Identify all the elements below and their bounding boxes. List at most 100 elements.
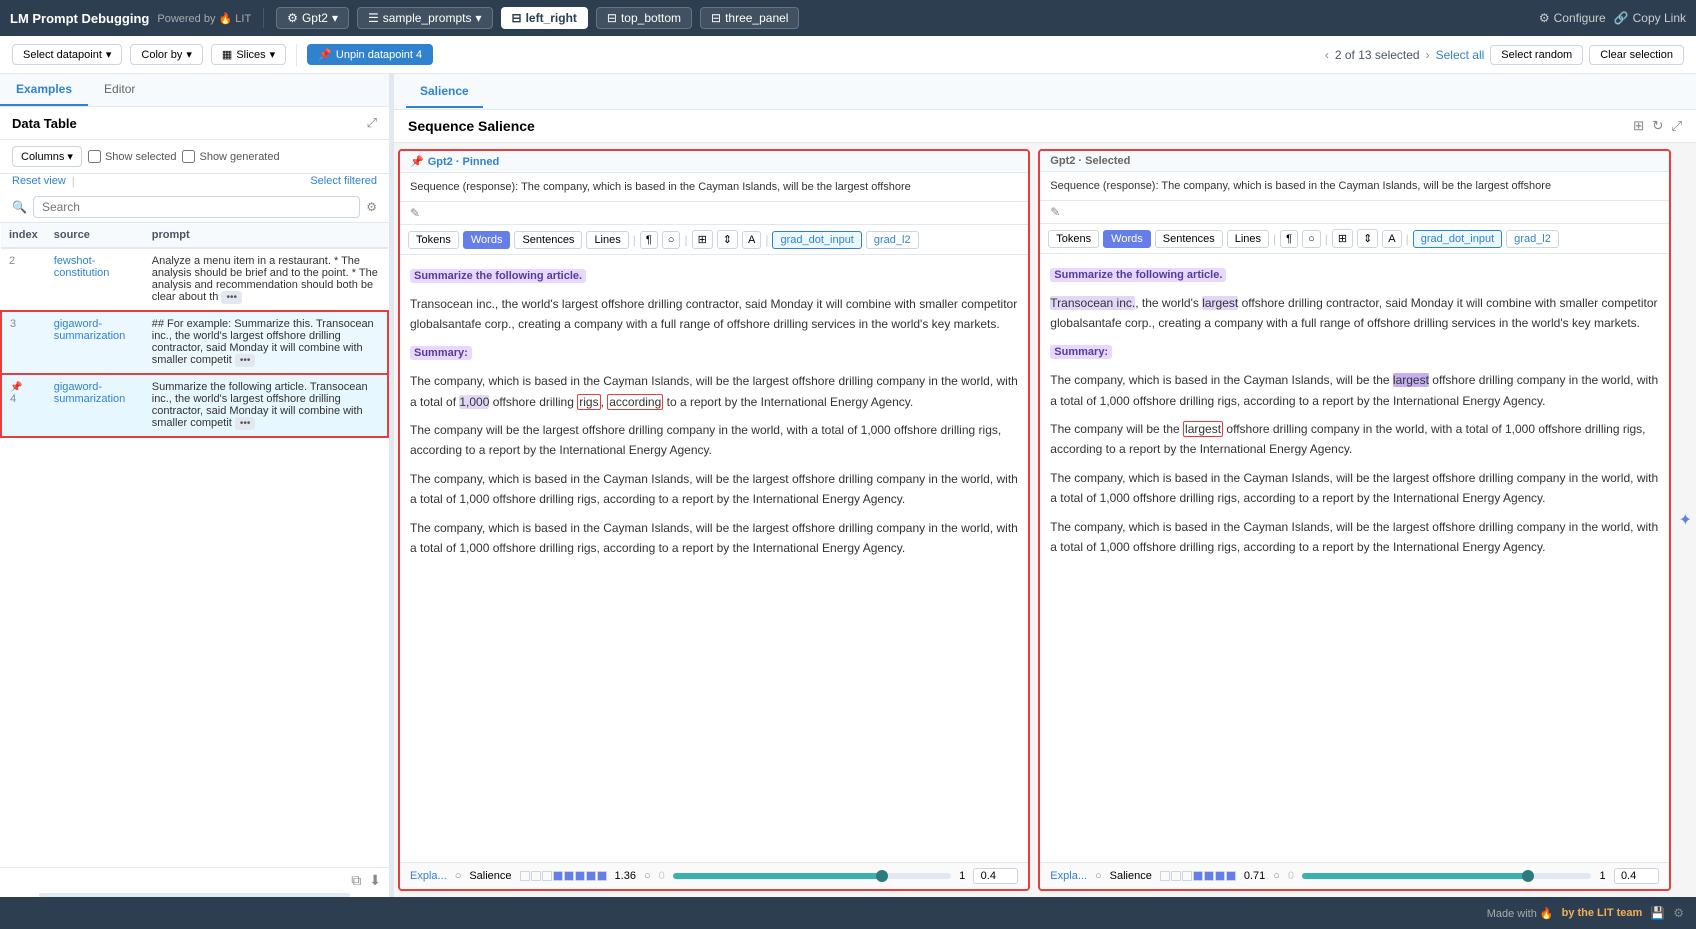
layout-three-panel[interactable]: ⊟ three_panel: [700, 7, 799, 29]
show-generated-checkbox[interactable]: Show generated: [182, 150, 279, 163]
show-selected-checkbox[interactable]: Show selected: [88, 150, 177, 163]
temp-slider-1[interactable]: [673, 873, 951, 879]
layout-left-right-label: left_right: [526, 11, 577, 25]
select-all-button[interactable]: Select all: [1436, 48, 1485, 62]
tokens-btn-1[interactable]: Tokens: [408, 231, 459, 249]
sal-box-2-7: [1226, 871, 1236, 881]
col-source: source: [46, 223, 144, 248]
select-filtered-label: Select filtered: [310, 175, 377, 187]
table-row[interactable]: 2fewshot-constitutionAnalyze a menu item…: [1, 248, 388, 311]
select-datapoint-button[interactable]: Select datapoint ▾: [12, 44, 122, 65]
configure-button[interactable]: ⚙ Configure: [1539, 11, 1606, 25]
copy-link-button[interactable]: 🔗 Copy Link: [1614, 11, 1686, 25]
text-icon-2[interactable]: A: [1382, 230, 1401, 248]
chevron-down-icon-5: ▾: [270, 48, 276, 61]
more-button[interactable]: •••: [221, 291, 242, 304]
temp-slider-fill-2: [1302, 873, 1528, 879]
layout-top-bottom[interactable]: ⊟ top_bottom: [596, 7, 692, 29]
dataset-selector[interactable]: ☰ sample_prompts ▾: [357, 7, 493, 29]
grad-l2-btn-1[interactable]: grad_l2: [866, 231, 919, 249]
cell-index: 3: [1, 311, 46, 374]
sal-box-2-3: [1182, 871, 1192, 881]
table-row[interactable]: 📌4gigaword-summarizationSummarize the fo…: [1, 374, 388, 437]
words-btn-2[interactable]: Words: [1103, 230, 1151, 248]
bold-icon-1[interactable]: ¶: [640, 231, 658, 249]
sal-box-1-6: [575, 871, 585, 881]
clear-selection-label: Clear selection: [1600, 49, 1673, 61]
tab-editor[interactable]: Editor: [88, 74, 151, 106]
copy-link-label: Copy Link: [1633, 11, 1686, 25]
grid-icon-1[interactable]: ⊞: [692, 230, 713, 249]
temp-input-2[interactable]: [1614, 868, 1659, 884]
data-table-header: Data Table ⤢: [0, 107, 389, 140]
nav-sep-1: [263, 8, 264, 28]
highlight-1000: 1,000: [459, 395, 489, 409]
more-button[interactable]: •••: [235, 354, 256, 367]
table-row[interactable]: 3gigaword-summarization## For example: S…: [1, 311, 388, 374]
tok-sep-4: |: [1273, 232, 1276, 246]
show-generated-input[interactable]: [182, 150, 195, 163]
toolbar-sep-1: [296, 44, 297, 66]
lines-btn-2[interactable]: Lines: [1227, 230, 1269, 248]
grid-view-button[interactable]: ⊞: [1633, 118, 1644, 134]
temp-slider-2[interactable]: [1302, 873, 1591, 879]
edit-icon-1[interactable]: ✎: [410, 206, 420, 220]
tok-sep-1: |: [633, 233, 636, 247]
edit-row-2: ✎: [1040, 201, 1668, 224]
salience-footer-2: Expla... ○ Salience: [1040, 862, 1668, 889]
salience-boxes-1: [520, 871, 607, 881]
save-button[interactable]: 💾: [1650, 906, 1665, 920]
color-by-button[interactable]: Color by ▾: [130, 44, 203, 65]
tab-salience[interactable]: Salience: [406, 76, 483, 108]
expand-table-button[interactable]: ⤢: [367, 115, 377, 131]
copy-rows-button[interactable]: ⧉: [351, 872, 361, 889]
grid-icon-2[interactable]: ⊞: [1332, 229, 1353, 248]
star-icon[interactable]: ✦: [1679, 510, 1692, 530]
expl-btn-2[interactable]: Expla...: [1050, 870, 1087, 882]
tokens-btn-2[interactable]: Tokens: [1048, 230, 1099, 248]
grad-dot-btn-2[interactable]: grad_dot_input: [1413, 230, 1502, 248]
text-icon-1[interactable]: A: [742, 231, 761, 249]
grad-l2-btn-2[interactable]: grad_l2: [1506, 230, 1559, 248]
arrow-icon-1[interactable]: ⇕: [717, 230, 738, 249]
tab-salience-label: Salience: [420, 84, 469, 98]
cell-prompt: ## For example: Summarize this. Transoce…: [144, 311, 388, 374]
tab-examples[interactable]: Examples: [0, 74, 88, 106]
summary-label-1: Summary:: [410, 346, 472, 360]
edit-icon-2[interactable]: ✎: [1050, 205, 1060, 219]
dataset-label: sample_prompts: [383, 11, 472, 25]
prompt-label-2: Summarize the following article.: [1050, 268, 1226, 282]
sal-box-2-2: [1171, 871, 1181, 881]
configure-label: Configure: [1554, 11, 1606, 25]
unpin-button[interactable]: 📌 Unpin datapoint 4: [307, 44, 433, 65]
sentences-btn-2[interactable]: Sentences: [1155, 230, 1223, 248]
more-button[interactable]: •••: [235, 417, 256, 430]
fullscreen-button[interactable]: ⤢: [1671, 118, 1682, 134]
layout-left-right[interactable]: ⊟ left_right: [501, 7, 588, 29]
clear-selection-button[interactable]: Clear selection: [1589, 45, 1684, 65]
download-rows-button[interactable]: ⬇: [369, 872, 381, 889]
words-btn-1[interactable]: Words: [463, 231, 511, 249]
salience-col-1: 📌 Gpt2 · Pinned Sequence (response): The…: [398, 149, 1030, 891]
expl-btn-1[interactable]: Expla...: [410, 870, 447, 882]
settings-button[interactable]: ⚙: [1673, 906, 1684, 920]
model-selector[interactable]: ⚙ Gpt2 ▾: [276, 7, 349, 29]
reset-view-button[interactable]: Reset view: [12, 175, 66, 187]
select-filtered-button[interactable]: Select filtered: [310, 175, 377, 187]
bold-icon-2[interactable]: ¶: [1280, 230, 1298, 248]
circle-icon-1[interactable]: ○: [662, 231, 681, 249]
lines-btn-1[interactable]: Lines: [586, 231, 628, 249]
sentences-btn-1[interactable]: Sentences: [514, 231, 582, 249]
select-all-label: Select all: [1436, 48, 1485, 62]
arrow-icon-2[interactable]: ⇕: [1357, 229, 1378, 248]
columns-button[interactable]: Columns ▾: [12, 146, 82, 167]
circle-icon-2[interactable]: ○: [1302, 230, 1321, 248]
refresh-button[interactable]: ↻: [1652, 118, 1663, 134]
slices-button[interactable]: ▦ Slices ▾: [211, 44, 286, 65]
grad-dot-btn-1[interactable]: grad_dot_input: [772, 231, 861, 249]
select-random-button[interactable]: Select random: [1490, 45, 1583, 65]
search-input[interactable]: [33, 196, 360, 218]
temp-input-1[interactable]: [973, 868, 1018, 884]
slices-icon: ▦: [222, 48, 232, 61]
show-selected-input[interactable]: [88, 150, 101, 163]
